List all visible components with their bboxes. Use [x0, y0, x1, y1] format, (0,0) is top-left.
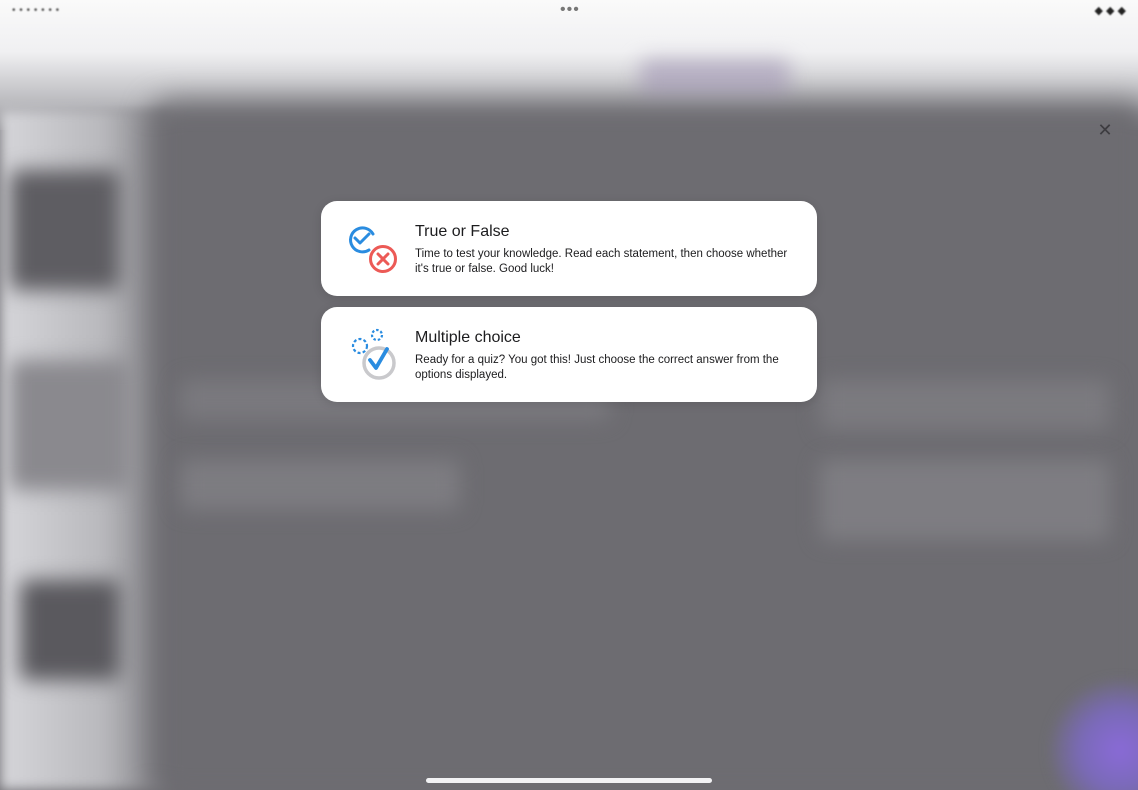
true-false-icon [349, 226, 397, 273]
background-text-block [820, 460, 1110, 540]
multiple-choice-option[interactable]: Multiple choice Ready for a quiz? You go… [321, 307, 817, 402]
background-color-strip [640, 60, 790, 100]
background-thumbnail [10, 170, 120, 290]
background-thumbnail [20, 580, 120, 680]
multitasking-dots[interactable]: ••• [560, 1, 580, 19]
option-description: Ready for a quiz? You got this! Just cho… [415, 354, 779, 381]
status-bar-indicators: ◆ ◆ ◆ [1094, 5, 1127, 17]
home-indicator[interactable] [426, 778, 712, 783]
background-thumbnail [10, 360, 130, 490]
status-bar-time: • • • • • • • [12, 5, 60, 16]
close-button[interactable]: ✕ [1096, 121, 1114, 139]
option-title: True or False [415, 223, 510, 240]
true-or-false-option[interactable]: True or False Time to test your knowledg… [321, 201, 817, 296]
close-icon: ✕ [1097, 120, 1113, 140]
option-title: Multiple choice [415, 329, 521, 346]
multiple-choice-icon [351, 328, 396, 380]
background-text-block [180, 460, 460, 510]
option-description: Time to test your knowledge. Read each s… [415, 248, 788, 275]
background-text-block [820, 380, 1110, 430]
